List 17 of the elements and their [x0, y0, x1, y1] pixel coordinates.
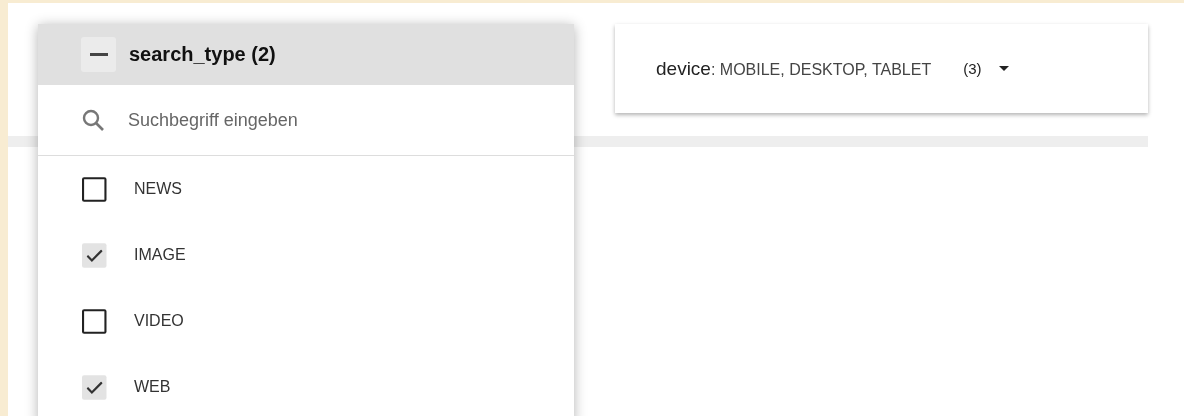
checkbox[interactable]	[82, 242, 107, 268]
filter-title: search_type (2)	[129, 43, 276, 66]
option-label: WEB	[134, 378, 171, 396]
search-icon	[81, 108, 105, 132]
device-filter-button[interactable]: device: MOBILE, DESKTOP, TABLET (3)	[615, 24, 1148, 113]
option-label: IMAGE	[134, 246, 186, 264]
check-icon	[86, 380, 103, 394]
option-label: VIDEO	[134, 312, 184, 330]
collapse-button[interactable]	[81, 37, 116, 72]
check-icon	[86, 248, 103, 262]
checkbox[interactable]	[82, 374, 107, 400]
minus-icon	[89, 53, 108, 56]
caret-icon	[998, 66, 1009, 71]
checkbox[interactable]	[82, 176, 107, 202]
checkbox[interactable]	[82, 308, 107, 334]
option-label: NEWS	[134, 180, 182, 198]
filter-header[interactable]: search_type (2)	[38, 24, 574, 85]
